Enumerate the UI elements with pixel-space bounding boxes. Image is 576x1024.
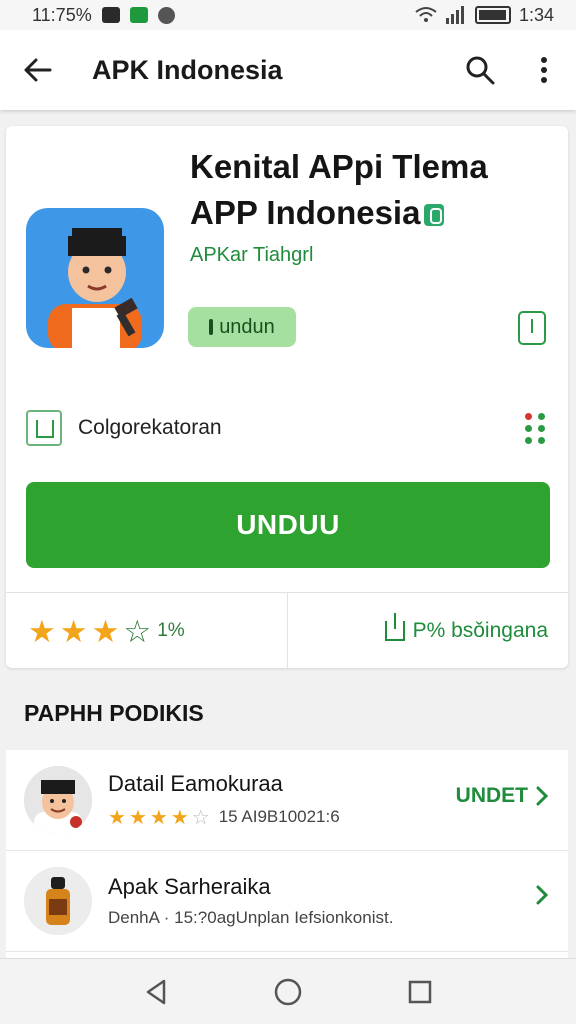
list-item[interactable]: Apak Sarheraika DenhA · 15:?0agUnplan Ie… (6, 851, 568, 952)
star-empty-icon: ☆ (191, 806, 210, 829)
list-item-subtitle: DenhA · 15:?0agUnplan Iefsionkonist. (108, 908, 394, 927)
rating-value: 1% (157, 620, 185, 641)
status-time-left: 11:75% (32, 4, 92, 25)
list-item-action-button[interactable] (536, 885, 548, 905)
star-full-icon: ★ (149, 806, 168, 829)
dots-grid-icon[interactable] (525, 412, 546, 444)
download-chip-label: undun (219, 315, 275, 338)
notification-icon (101, 7, 120, 23)
man-avatar-icon (24, 766, 92, 834)
star-full-icon: ★ (28, 613, 56, 649)
nav-back-button[interactable] (126, 962, 186, 1022)
star-half-icon: ★ (170, 806, 189, 829)
status-bar: 11:75% 1:34 (0, 0, 576, 30)
list-item-action-button[interactable]: UNDET (456, 784, 548, 808)
triangle-back-icon (146, 979, 166, 1004)
related-apps-list: Datail Eamokuraa ★ ★ ★ ★ ☆ 15 AI9B10021:… (6, 750, 568, 958)
app-icon[interactable] (26, 208, 164, 348)
app-bar: APK Indonesia (0, 30, 576, 110)
download-chip[interactable]: undun (188, 307, 296, 347)
wifi-icon (415, 7, 437, 22)
rating-cell: ★ ★ ★ ☆ 1% (6, 593, 288, 669)
star-full-icon: ★ (108, 806, 126, 829)
list-item-subtitle: ★ ★ ★ ★ ☆ 15 AI9B10021:6 (108, 805, 340, 830)
app-detail-card: Kenital APpi Tlema APP Indonesia APKar T… (6, 126, 568, 669)
bottle-avatar-icon (24, 867, 92, 935)
share-label: P% bsǒingana (412, 619, 548, 642)
star-full-icon: ★ (91, 613, 120, 649)
search-button[interactable] (448, 30, 512, 110)
developer-link[interactable]: APKar Tiahgrl (190, 244, 313, 267)
more-vert-icon (541, 57, 547, 83)
star-full-icon: ★ (128, 806, 147, 829)
page-title: APK Indonesia (92, 54, 283, 85)
search-icon (466, 56, 495, 85)
list-item-title: Datail Eamokuraa (108, 770, 283, 796)
star-outline-icon: ☆ (123, 613, 152, 649)
list-item-action-label: UNDET (455, 784, 528, 807)
chevron-right-icon (536, 786, 548, 806)
man-character-icon (48, 228, 142, 348)
stats-row: ★ ★ ★ ☆ 1% P% bsǒingana (6, 592, 568, 669)
nav-recents-button[interactable] (390, 962, 450, 1022)
app-title: Kenital APpi Tlema APP Indonesia (190, 148, 488, 231)
list-item[interactable]: Datail Eamokuraa ★ ★ ★ ★ ☆ 15 AI9B10021:… (6, 750, 568, 851)
signal-icon (445, 6, 464, 24)
status-time-right: 1:34 (518, 4, 554, 25)
nav-home-button[interactable] (258, 962, 318, 1022)
sync-icon (157, 6, 175, 24)
circle-home-icon (274, 978, 302, 1005)
back-arrow-icon (24, 58, 52, 82)
category-row[interactable]: Colgorekatoran (26, 406, 548, 450)
system-nav-bar (0, 958, 576, 1024)
category-icon (26, 410, 62, 446)
list-item-meta: 15 AI9B10021:6 (218, 807, 340, 826)
download-bar-icon (209, 319, 214, 335)
battery-icon (474, 6, 511, 24)
install-button[interactable]: UNDUU (26, 482, 550, 568)
bookmark-button[interactable] (518, 311, 546, 345)
verified-badge-icon (424, 204, 445, 226)
share-button[interactable]: P% bsǒingana (288, 593, 568, 669)
app-notification-icon (129, 7, 148, 23)
more-options-button[interactable] (512, 30, 576, 110)
back-button[interactable] (0, 30, 76, 110)
section-title: PAPHH PODIKIS (24, 700, 204, 726)
list-item-title: Apak Sarheraika (108, 874, 271, 899)
star-full-icon: ★ (59, 613, 88, 649)
chevron-right-icon (536, 885, 548, 905)
category-label: Colgorekatoran (78, 416, 222, 439)
square-recents-icon (408, 980, 432, 1003)
share-icon (384, 613, 405, 641)
